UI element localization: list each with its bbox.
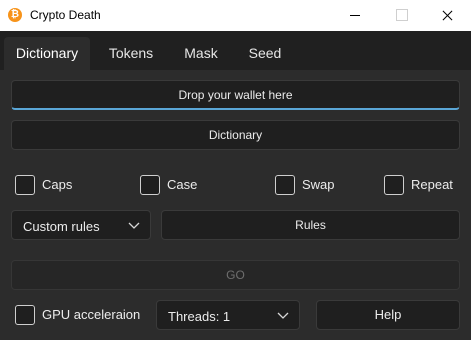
select-value: Custom rules [23,219,100,234]
tab-seed[interactable]: Seed [234,37,296,70]
checkbox-box[interactable] [384,175,404,195]
checkbox-box[interactable] [275,175,295,195]
minimize-icon[interactable] [332,0,378,31]
tab-tokens[interactable]: Tokens [94,37,168,70]
select-value: Threads: 1 [168,309,231,324]
case-checkbox[interactable]: Case [140,175,210,195]
bitcoin-icon: ₿ [8,8,22,22]
help-button[interactable]: Help [316,300,460,330]
gpu-acceleration-checkbox[interactable]: GPU acceleraion [15,305,145,325]
dictionary-button[interactable]: Dictionary [11,120,460,150]
swap-checkbox[interactable]: Swap [275,175,345,195]
rules-button[interactable]: Rules [161,210,460,240]
checkbox-label: Caps [42,177,73,192]
close-icon[interactable] [424,0,470,31]
tab-mask[interactable]: Mask [170,37,232,70]
caps-checkbox[interactable]: Caps [15,175,85,195]
chevron-down-icon [277,312,289,319]
go-button[interactable]: GO [11,260,460,290]
window-title: Crypto Death [30,8,101,22]
checkbox-box[interactable] [140,175,160,195]
title-bar: ₿ Crypto Death [0,0,471,31]
wallet-drop-zone[interactable]: Drop your wallet here [11,80,460,110]
tab-dictionary[interactable]: Dictionary [4,37,90,70]
repeat-checkbox[interactable]: Repeat [384,175,464,195]
checkbox-box[interactable] [15,305,35,325]
maximize-icon [378,0,424,31]
checkbox-label: GPU acceleraion [42,307,141,322]
threads-select[interactable]: Threads: 1 [156,300,300,330]
custom-rules-select[interactable]: Custom rules [11,210,151,240]
checkbox-label: Repeat [411,177,453,192]
checkbox-label: Case [167,177,198,192]
dictionary-panel: Drop your wallet here Dictionary Caps Ca… [0,70,471,340]
checkbox-label: Swap [302,177,335,192]
chevron-down-icon [128,222,140,229]
tab-bar: Dictionary Tokens Mask Seed [0,31,471,70]
checkbox-box[interactable] [15,175,35,195]
